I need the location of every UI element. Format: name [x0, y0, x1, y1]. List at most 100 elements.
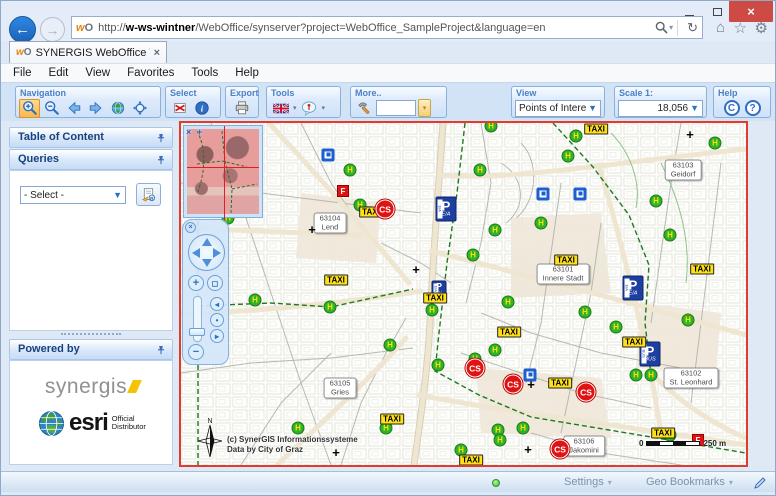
taxi-marker[interactable]: TAXI: [554, 255, 578, 266]
carsharing-marker[interactable]: CS: [504, 375, 523, 394]
carsharing-marker[interactable]: CS: [376, 200, 395, 219]
menu-item-favorites[interactable]: Favorites: [127, 67, 174, 79]
taxi-marker[interactable]: TAXI: [690, 264, 714, 275]
taxi-marker[interactable]: TAXI: [622, 337, 646, 348]
carsharing-marker[interactable]: CS: [577, 383, 596, 402]
parking-marker[interactable]: E/APE/A: [436, 197, 457, 222]
more-search-input[interactable]: [376, 100, 416, 116]
zoom-in-button[interactable]: [19, 99, 40, 118]
taxi-marker[interactable]: TAXI: [324, 275, 348, 286]
overview-move-icon[interactable]: +: [197, 127, 202, 137]
address-bar[interactable]: wO http://w-ws-wintner/WebOffice/synserv…: [71, 16, 703, 39]
menu-item-help[interactable]: Help: [235, 67, 259, 79]
taxi-marker[interactable]: TAXI: [459, 455, 483, 466]
query-select-dropdown[interactable]: - Select - ▼: [20, 186, 126, 204]
refresh-icon[interactable]: ↻: [687, 20, 698, 36]
transit-stop-marker[interactable]: H: [292, 422, 305, 435]
favorites-star-icon[interactable]: ☆: [734, 19, 747, 37]
overview-map[interactable]: × +: [183, 125, 263, 218]
taxi-marker[interactable]: TAXI: [423, 293, 447, 304]
zoom-out-button[interactable]: [41, 99, 62, 118]
previous-view-button[interactable]: ◂: [210, 297, 224, 311]
taxi-marker[interactable]: TAXI: [497, 327, 521, 338]
parking-marker[interactable]: E/APE/A: [623, 276, 644, 301]
zoom-extent-button[interactable]: [129, 99, 150, 118]
pin-icon[interactable]: [156, 155, 166, 166]
poi-cross-marker[interactable]: +: [686, 130, 694, 140]
poi-cross-marker[interactable]: +: [527, 380, 535, 390]
dropdown-arrow-icon[interactable]: ▼: [588, 103, 597, 113]
transit-stop-marker[interactable]: H: [562, 150, 575, 163]
transit-stop-marker[interactable]: H: [535, 217, 548, 230]
transit-stop-marker[interactable]: H: [426, 304, 439, 317]
hammer-tools-icon[interactable]: [354, 99, 375, 118]
language-flag-icon[interactable]: [270, 99, 291, 118]
copyright-button[interactable]: C: [724, 100, 740, 116]
info-icon[interactable]: i: [191, 99, 212, 118]
pan-right-arrow[interactable]: [213, 248, 221, 258]
transit-stop-marker[interactable]: H: [489, 344, 502, 357]
photo-marker[interactable]: [322, 149, 335, 162]
poi-cross-marker[interactable]: +: [524, 445, 532, 455]
transit-stop-marker[interactable]: H: [664, 229, 677, 242]
photo-marker[interactable]: [537, 188, 550, 201]
transit-stop-marker[interactable]: H: [344, 164, 357, 177]
previous-extent-button[interactable]: [63, 99, 84, 118]
search-caret-icon[interactable]: ▾: [669, 23, 673, 32]
transit-stop-marker[interactable]: H: [682, 314, 695, 327]
view-dropdown[interactable]: Points of Intere... ▼: [515, 100, 601, 117]
fire-marker[interactable]: F: [337, 185, 349, 197]
panel-header-table-of-content[interactable]: Table of Content: [9, 127, 173, 148]
transit-stop-marker[interactable]: H: [432, 359, 445, 372]
pan-compass[interactable]: [188, 234, 225, 271]
transit-stop-marker[interactable]: H: [384, 339, 397, 352]
photo-marker[interactable]: [574, 188, 587, 201]
menu-item-view[interactable]: View: [85, 67, 110, 79]
navigator-close-icon[interactable]: ×: [185, 222, 196, 233]
carsharing-marker[interactable]: CS: [466, 359, 485, 378]
map-navigation-widget[interactable]: × + ◻ ◂ • ▸ −: [182, 219, 229, 365]
taxi-marker[interactable]: TAXI: [584, 124, 608, 135]
home-icon[interactable]: ⌂: [716, 19, 725, 36]
zoom-in-widget-button[interactable]: +: [188, 275, 204, 291]
settings-menu[interactable]: Settings▾: [564, 476, 612, 488]
menu-item-file[interactable]: File: [13, 67, 32, 79]
next-view-button[interactable]: ▸: [210, 329, 224, 343]
transit-stop-marker[interactable]: H: [474, 164, 487, 177]
poi-cross-marker[interactable]: +: [308, 225, 316, 235]
search-icon[interactable]: [655, 21, 668, 34]
redlining-pencil-icon[interactable]: [753, 476, 767, 490]
chevron-down-icon[interactable]: ▾: [322, 104, 326, 112]
tab-close-icon[interactable]: ×: [154, 47, 160, 59]
map-viewport[interactable]: 63103Geidorf63104Lend63101Innere Stadt63…: [179, 121, 748, 467]
browser-back-button[interactable]: ←: [9, 16, 36, 43]
pin-icon[interactable]: [156, 133, 166, 144]
scale-input[interactable]: 18,056 ▼: [618, 100, 703, 117]
transit-stop-marker[interactable]: H: [494, 434, 507, 447]
geo-bookmarks-menu[interactable]: Geo Bookmarks▾: [646, 476, 733, 488]
chevron-down-icon[interactable]: ▾: [293, 104, 297, 112]
more-dropdown-button[interactable]: ▾: [418, 99, 431, 117]
taxi-marker[interactable]: TAXI: [651, 428, 675, 439]
query-builder-button[interactable]: R: [136, 183, 161, 206]
browser-forward-button[interactable]: →: [40, 17, 65, 42]
transit-stop-marker[interactable]: H: [579, 306, 592, 319]
menu-item-tools[interactable]: Tools: [191, 67, 218, 79]
dropdown-arrow-icon[interactable]: ▼: [690, 103, 699, 113]
menu-item-edit[interactable]: Edit: [49, 67, 69, 79]
help-button[interactable]: ?: [745, 100, 761, 116]
overview-close-icon[interactable]: ×: [186, 127, 191, 137]
transit-stop-marker[interactable]: H: [467, 249, 480, 262]
transit-stop-marker[interactable]: H: [645, 369, 658, 382]
carsharing-marker[interactable]: CS: [551, 440, 570, 459]
sidebar-splitter[interactable]: [61, 333, 121, 335]
transit-stop-marker[interactable]: H: [485, 121, 498, 133]
transit-stop-marker[interactable]: H: [249, 294, 262, 307]
pin-icon[interactable]: [156, 345, 166, 356]
transit-stop-marker[interactable]: H: [630, 369, 643, 382]
url-text[interactable]: http://w-ws-wintner/WebOffice/synserver?…: [98, 22, 655, 34]
zoom-slider-handle[interactable]: [189, 328, 205, 336]
pan-up-arrow[interactable]: [202, 238, 212, 246]
settings-gear-icon[interactable]: ⚙: [755, 19, 768, 37]
poi-cross-marker[interactable]: +: [412, 265, 420, 275]
